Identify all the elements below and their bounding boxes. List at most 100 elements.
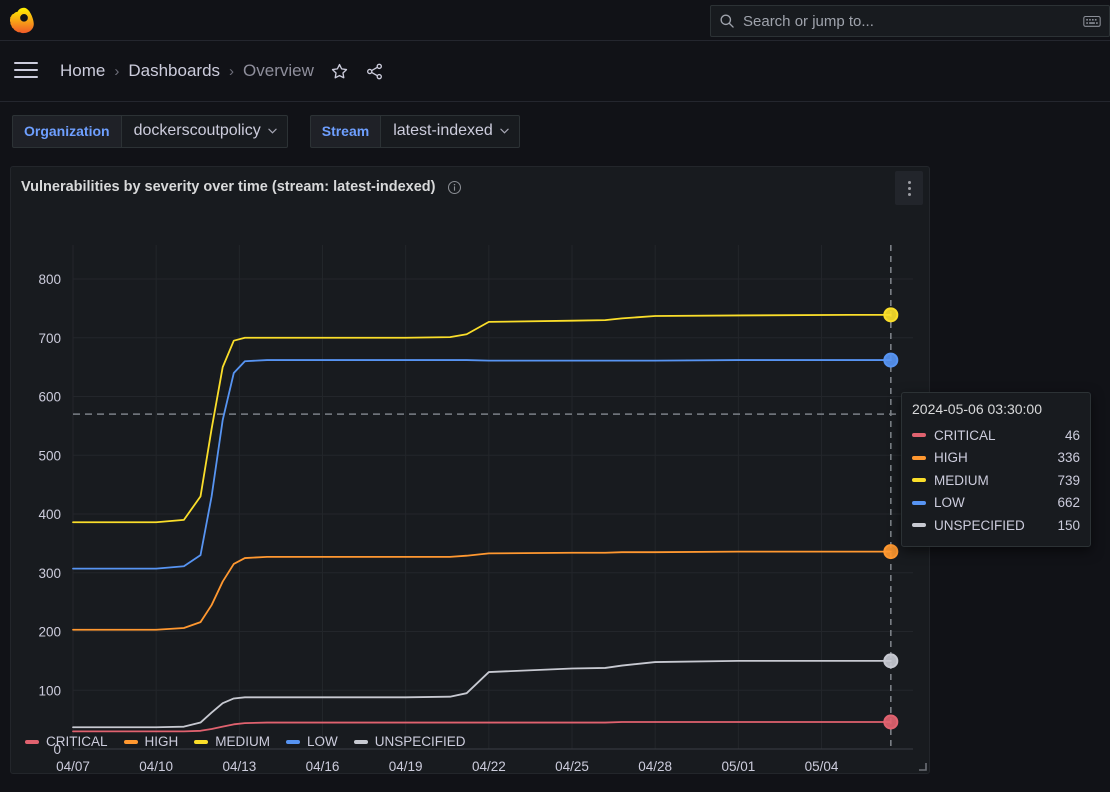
legend-swatch-medium [194, 740, 208, 744]
legend-item-low[interactable]: LOW [286, 734, 338, 749]
data-point-high[interactable] [884, 545, 897, 558]
menu-dot [908, 187, 911, 190]
menu-dot [908, 181, 911, 184]
x-axis-tick-label: 04/22 [472, 759, 506, 774]
data-point-low[interactable] [884, 354, 897, 367]
legend-item-unspecified[interactable]: UNSPECIFIED [354, 734, 466, 749]
y-axis-tick-label: 200 [38, 625, 61, 640]
series-line-low[interactable] [73, 360, 891, 569]
tooltip-series-value: 739 [1057, 473, 1080, 488]
tooltip-row-unspecified: UNSPECIFIED150 [912, 514, 1080, 537]
variable-organization-select[interactable]: dockerscoutpolicy [121, 115, 288, 148]
chevron-down-icon [268, 128, 277, 134]
variable-organization-label: Organization [12, 115, 121, 148]
breadcrumb-item-home[interactable]: Home [60, 61, 105, 81]
hamburger-menu-icon[interactable] [14, 62, 38, 80]
variable-stream-label: Stream [310, 115, 380, 148]
tooltip-series-name: LOW [934, 495, 1057, 510]
data-point-unspecified[interactable] [884, 654, 897, 667]
tooltip-swatch [912, 478, 926, 482]
menu-dot [908, 193, 911, 196]
tooltip-swatch [912, 501, 926, 505]
timeseries-panel: Vulnerabilities by severity over time (s… [10, 166, 930, 774]
tooltip-series-value: 46 [1065, 428, 1080, 443]
tooltip-swatch [912, 456, 926, 460]
x-axis-tick-label: 04/25 [555, 759, 589, 774]
data-point-critical[interactable] [884, 715, 897, 728]
keyboard-icon[interactable] [1083, 14, 1101, 28]
variable-stream: Stream latest-indexed [310, 115, 520, 148]
breadcrumb-separator: › [114, 63, 119, 80]
tooltip-row-low: LOW662 [912, 492, 1080, 515]
search-icon [719, 13, 735, 29]
y-axis-tick-label: 500 [38, 448, 61, 463]
x-axis-tick-label: 04/28 [638, 759, 672, 774]
series-line-unspecified[interactable] [73, 661, 891, 727]
x-axis-tick-label: 04/10 [139, 759, 173, 774]
vulnerabilities-line-chart[interactable]: 010020030040050060070080004/0704/1004/13… [11, 207, 931, 775]
tooltip-series-name: CRITICAL [934, 428, 1065, 443]
y-axis-tick-label: 400 [38, 507, 61, 522]
tooltip-series-value: 662 [1057, 495, 1080, 510]
panel-title: Vulnerabilities by severity over time (s… [21, 179, 435, 195]
tooltip-timestamp: 2024-05-06 03:30:00 [912, 401, 1080, 417]
y-axis-tick-label: 700 [38, 331, 61, 346]
panel-menu-button[interactable] [895, 171, 923, 205]
panel-header: Vulnerabilities by severity over time (s… [11, 167, 929, 207]
search-placeholder-text: Search or jump to... [743, 13, 1083, 30]
x-axis-tick-label: 04/13 [222, 759, 256, 774]
legend-label: MEDIUM [215, 734, 270, 749]
variable-stream-select[interactable]: latest-indexed [380, 115, 520, 148]
search-input[interactable]: Search or jump to... [710, 5, 1110, 37]
legend-item-high[interactable]: HIGH [124, 734, 179, 749]
legend-label: UNSPECIFIED [375, 734, 466, 749]
legend-item-critical[interactable]: CRITICAL [25, 734, 108, 749]
breadcrumb-bar: Home › Dashboards › Overview [0, 41, 1110, 102]
legend-label: CRITICAL [46, 734, 108, 749]
legend-label: LOW [307, 734, 338, 749]
x-axis-tick-label: 05/04 [805, 759, 839, 774]
star-icon[interactable] [330, 62, 349, 81]
tooltip-row-critical: CRITICAL46 [912, 424, 1080, 447]
tooltip-series-name: MEDIUM [934, 473, 1057, 488]
tooltip-swatch [912, 433, 926, 437]
y-axis-tick-label: 100 [38, 683, 61, 698]
y-axis-tick-label: 800 [38, 272, 61, 287]
breadcrumb-item-dashboards[interactable]: Dashboards [128, 61, 220, 81]
resize-handle-icon[interactable] [915, 759, 927, 771]
breadcrumb-separator: › [229, 63, 234, 80]
grafana-logo-icon[interactable] [10, 6, 38, 34]
x-axis-tick-label: 04/19 [389, 759, 423, 774]
legend-swatch-unspecified [354, 740, 368, 744]
top-navigation-bar: Search or jump to... [0, 0, 1110, 41]
legend-swatch-low [286, 740, 300, 744]
chevron-down-icon [500, 128, 509, 134]
chart-tooltip: 2024-05-06 03:30:00 CRITICAL46HIGH336MED… [901, 392, 1091, 547]
chart-area: 010020030040050060070080004/0704/1004/13… [11, 207, 931, 775]
y-axis-tick-label: 300 [38, 566, 61, 581]
info-circle-icon[interactable] [447, 180, 462, 195]
tooltip-row-medium: MEDIUM739 [912, 469, 1080, 492]
y-axis-tick-label: 600 [38, 390, 61, 405]
tooltip-series-name: HIGH [934, 450, 1057, 465]
template-variables-bar: Organization dockerscoutpolicy Stream la… [0, 102, 1110, 160]
series-line-high[interactable] [73, 552, 891, 630]
legend-swatch-critical [25, 740, 39, 744]
legend-item-medium[interactable]: MEDIUM [194, 734, 270, 749]
series-line-medium[interactable] [73, 315, 891, 522]
chart-legend: CRITICAL HIGH MEDIUM LOW UNSPECIFIED [25, 734, 482, 749]
legend-swatch-high [124, 740, 138, 744]
tooltip-swatch [912, 523, 926, 527]
legend-label: HIGH [145, 734, 179, 749]
tooltip-series-value: 336 [1057, 450, 1080, 465]
share-icon[interactable] [365, 62, 384, 81]
variable-organization-value: dockerscoutpolicy [134, 122, 261, 140]
breadcrumb-item-overview[interactable]: Overview [243, 61, 314, 81]
x-axis-tick-label: 04/07 [56, 759, 90, 774]
tooltip-series-name: UNSPECIFIED [934, 518, 1057, 533]
data-point-medium[interactable] [884, 308, 897, 321]
tooltip-row-high: HIGH336 [912, 447, 1080, 470]
variable-organization: Organization dockerscoutpolicy [12, 115, 288, 148]
x-axis-tick-label: 04/16 [306, 759, 340, 774]
x-axis-tick-label: 05/01 [721, 759, 755, 774]
